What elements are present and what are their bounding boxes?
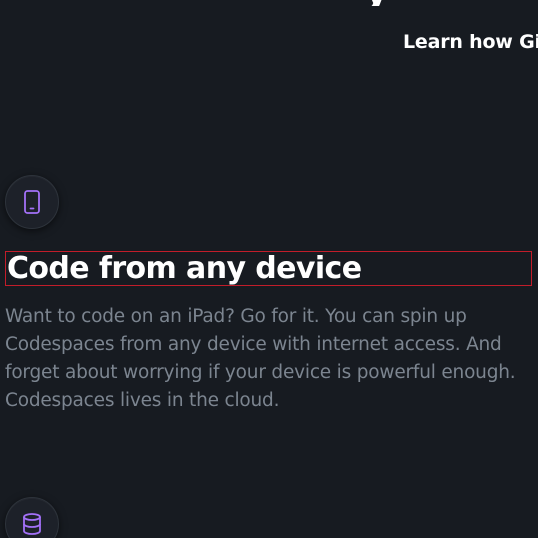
feature-title: Code from any device — [5, 251, 532, 286]
database-icon — [23, 513, 41, 535]
page: y Learn how Git Code from any device Wan… — [0, 0, 538, 538]
device-icon-badge — [5, 175, 59, 229]
section-heading-fragment: y — [362, 0, 402, 6]
database-icon-badge — [5, 497, 59, 538]
feature-description: Want to code on an iPad? Go for it. You … — [5, 306, 516, 411]
section-heading-fragment-text: y — [362, 0, 402, 6]
learn-how-link[interactable]: Learn how Git — [403, 31, 538, 53]
tablet-device-icon — [24, 190, 40, 214]
